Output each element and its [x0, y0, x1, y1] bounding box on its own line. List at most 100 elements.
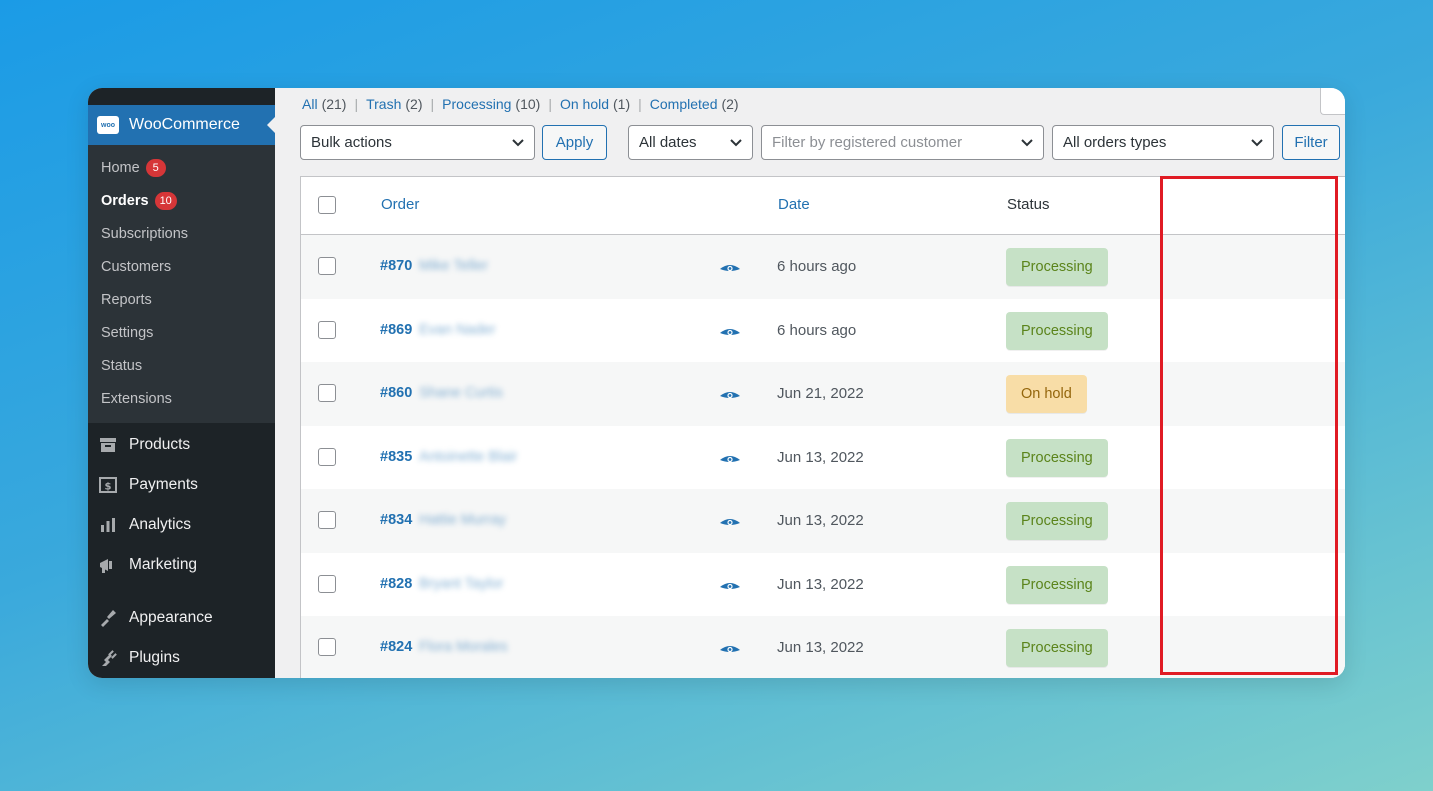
view-separator: | [354, 96, 359, 112]
chevron-down-icon [730, 139, 742, 147]
order-date: Jun 13, 2022 [777, 448, 864, 466]
row-checkbox[interactable] [318, 320, 336, 339]
bulk-actions-select[interactable]: Bulk actions [300, 125, 535, 160]
row-checkbox[interactable] [318, 257, 336, 275]
view-separator: | [638, 96, 642, 112]
order-date: 6 hours ago [777, 321, 857, 339]
analytics-icon [97, 514, 119, 536]
row-checkbox[interactable] [318, 511, 336, 529]
order-number-link[interactable]: #869 [380, 322, 412, 338]
sidebar-item-appearance[interactable]: Appearance [88, 598, 275, 638]
apply-button[interactable]: Apply [542, 125, 607, 160]
table-row: #834 Hattie Murray Jun 13, 2022 Processing [301, 489, 1345, 553]
dates-value: All dates [639, 134, 697, 151]
preview-eye-icon[interactable] [719, 453, 741, 465]
payments-icon: $ [97, 474, 119, 496]
order-date: Jun 13, 2022 [777, 639, 864, 656]
customer-name[interactable]: Mike Teller [419, 258, 488, 274]
view-filter-count: (2) [405, 96, 423, 112]
screen-options-tab[interactable] [1320, 88, 1345, 115]
status-badge: Processing [1006, 502, 1108, 540]
plugins-icon [97, 647, 119, 669]
view-filter-all[interactable]: All (21) [302, 96, 346, 112]
preview-eye-icon[interactable] [719, 516, 741, 528]
sidebar-woocommerce-label: WooCommerce [129, 116, 240, 133]
preview-eye-icon[interactable] [719, 326, 741, 338]
submenu-item-customers[interactable]: Customers [88, 250, 275, 283]
customer-name[interactable]: Evan Nader [419, 322, 496, 338]
preview-eye-icon[interactable] [719, 580, 741, 592]
select-all-checkbox[interactable] [318, 196, 336, 214]
table-body: #870 Mike Teller 6 hours ago Processing #869… [301, 235, 1345, 678]
sidebar-item-payments[interactable]: $ Payments [88, 465, 275, 505]
row-checkbox[interactable] [318, 384, 336, 402]
row-checkbox[interactable] [318, 574, 336, 593]
submenu-item-label: Home [101, 159, 140, 176]
order-number-link[interactable]: #835 [380, 449, 412, 465]
sidebar-item-plugins[interactable]: Plugins [88, 638, 275, 678]
filter-button[interactable]: Filter [1282, 125, 1340, 160]
chevron-down-icon [1021, 139, 1033, 147]
view-filter-trash[interactable]: Trash (2) [366, 96, 422, 112]
order-number-link[interactable]: #870 [380, 258, 412, 274]
sidebar-item-label: Analytics [129, 516, 192, 533]
submenu-item-label: Extensions [101, 390, 172, 407]
view-filter-label: Completed [649, 96, 718, 112]
row-checkbox[interactable] [318, 638, 336, 656]
app-window: woo WooCommerce Home 5 Orders 10 Subscriptio… [88, 88, 1345, 678]
submenu-item-orders[interactable]: Orders 10 [88, 184, 275, 217]
order-types-select[interactable]: All orders types [1052, 125, 1274, 160]
customer-name[interactable]: Hattie Murray [419, 512, 506, 528]
products-icon [97, 434, 119, 456]
preview-eye-icon[interactable] [719, 643, 741, 655]
order-types-value: All orders types [1063, 134, 1167, 151]
order-date: Jun 21, 2022 [777, 385, 864, 402]
submenu-item-settings[interactable]: Settings [88, 316, 275, 349]
submenu-item-status[interactable]: Status [88, 349, 275, 382]
order-number-link[interactable]: #860 [380, 385, 412, 401]
submenu-item-reports[interactable]: Reports [88, 283, 275, 316]
orders-content: All (21) | Trash (2) | Processing (10) | On hold(… [275, 88, 1345, 678]
column-header-order[interactable]: Order [381, 196, 419, 213]
submenu-item-label: Reports [101, 291, 152, 308]
order-number-link[interactable]: #834 [380, 512, 412, 528]
submenu-item-label: Customers [101, 258, 172, 275]
view-separator: | [430, 96, 435, 112]
submenu-item-label: Orders [101, 192, 149, 209]
admin-sidebar: woo WooCommerce Home 5 Orders 10 Subscriptio… [88, 88, 275, 678]
sidebar-item-label: Plugins [129, 649, 180, 666]
order-date: 6 hours ago [777, 258, 857, 275]
table-row: #835 Antoinette Blair Jun 13, 2022 Processi… [301, 426, 1345, 490]
sidebar-item-marketing[interactable]: Marketing [88, 545, 275, 585]
sidebar-item-analytics[interactable]: Analytics [88, 505, 275, 545]
row-checkbox[interactable] [318, 447, 336, 466]
column-header-date[interactable]: Date [778, 196, 810, 213]
customer-name[interactable]: Flora Morales [419, 639, 508, 655]
svg-text:$: $ [105, 482, 112, 493]
sidebar-item-label: Products [129, 436, 191, 453]
status-badge: Processing [1006, 248, 1108, 286]
table-row: #860 Shane Curtis Jun 21, 2022 On hold [301, 362, 1345, 426]
order-status-views: All (21) | Trash (2) | Processing (10) | On hold(… [302, 96, 739, 112]
dates-select[interactable]: All dates [628, 125, 753, 160]
order-number-link[interactable]: #828 [380, 576, 412, 592]
submenu-item-subscriptions[interactable]: Subscriptions [88, 217, 275, 250]
view-filter-label: Trash [366, 96, 402, 112]
customer-name[interactable]: Bryant Taylor [419, 576, 503, 592]
customer-filter-select[interactable]: Filter by registered customer [761, 125, 1044, 160]
woocommerce-logo-icon: woo [97, 116, 119, 134]
sidebar-item-woocommerce[interactable]: woo WooCommerce [88, 105, 275, 145]
preview-eye-icon[interactable] [719, 389, 741, 401]
submenu-item-label: Status [101, 357, 143, 374]
preview-eye-icon[interactable] [719, 262, 741, 274]
customer-name[interactable]: Shane Curtis [419, 385, 503, 401]
submenu-item-home[interactable]: Home 5 [88, 151, 275, 184]
view-filter-processing[interactable]: Processing (10) [442, 96, 540, 112]
order-number-link[interactable]: #824 [380, 639, 412, 655]
customer-name[interactable]: Antoinette Blair [419, 449, 517, 465]
chevron-down-icon [512, 139, 524, 147]
view-filter-on-hold[interactable]: On hold (1) [560, 96, 630, 112]
submenu-item-extensions[interactable]: Extensions [88, 382, 275, 415]
sidebar-item-products[interactable]: Products [88, 425, 275, 465]
view-filter-completed[interactable]: Completed (2) [650, 96, 739, 112]
